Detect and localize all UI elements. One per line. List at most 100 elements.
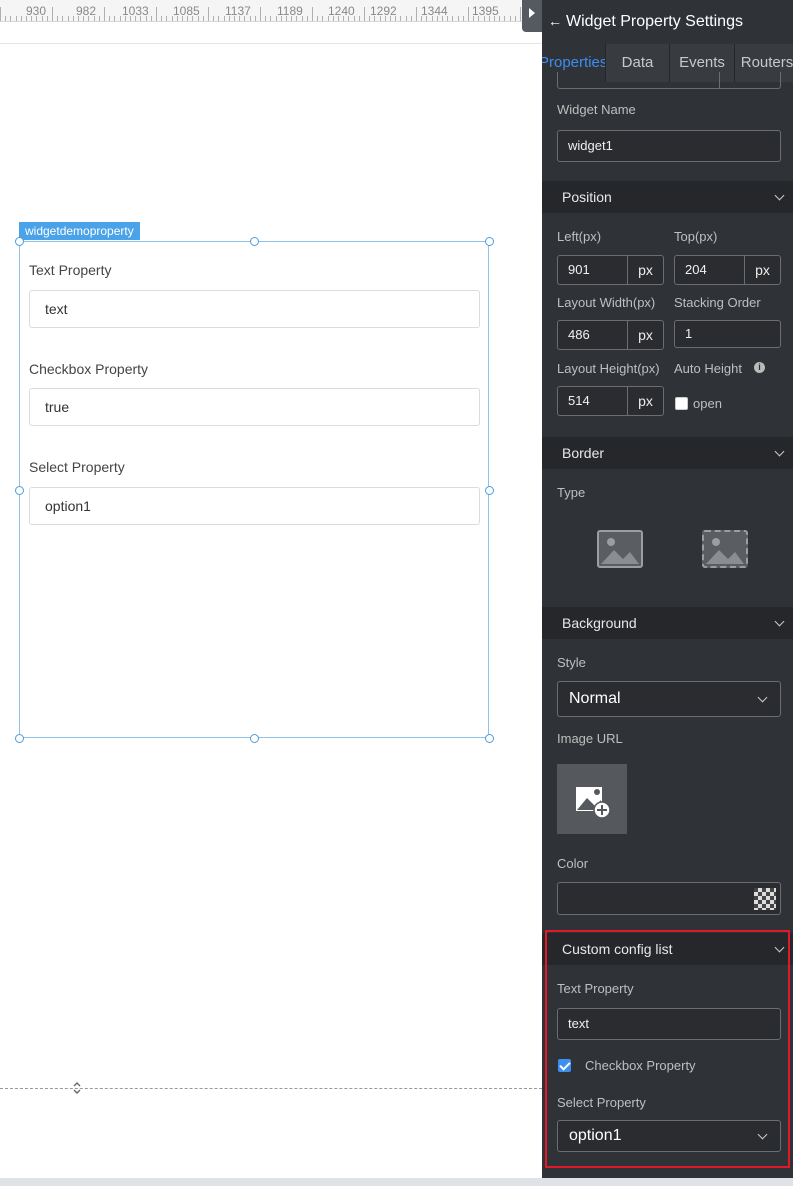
section-border[interactable]: Border	[542, 437, 793, 469]
resize-handle-se[interactable]	[485, 734, 494, 743]
border-dashed-image-icon[interactable]	[702, 530, 748, 568]
section-background[interactable]: Background	[542, 607, 793, 639]
layout-height-label: Layout Height(px)	[557, 361, 660, 376]
collapse-panel-button[interactable]	[522, 0, 542, 32]
ruler-tick	[98, 16, 100, 21]
color-picker-field[interactable]	[557, 882, 781, 915]
ruler-tick	[31, 16, 33, 21]
widget-name-input[interactable]: widget1	[557, 130, 781, 162]
style-label: Style	[557, 655, 586, 670]
ruler-tick	[416, 7, 417, 21]
ruler-tick	[62, 16, 64, 21]
ruler-tick	[473, 16, 475, 21]
ruler-tick	[260, 7, 261, 21]
resize-handle-ne[interactable]	[485, 237, 494, 246]
ruler-tick	[301, 16, 303, 21]
ruler-tick	[249, 16, 251, 21]
stacking-order-label: Stacking Order	[674, 295, 761, 310]
ruler-tick	[306, 16, 308, 21]
widget-select-field[interactable]: option1	[29, 487, 480, 525]
ruler-tick	[166, 16, 168, 21]
ruler-tick	[343, 16, 345, 21]
style-select[interactable]: Normal	[557, 681, 781, 717]
divider	[719, 72, 720, 88]
resize-handle-sw[interactable]	[15, 734, 24, 743]
ruler-tick	[462, 16, 464, 21]
resize-handle-w[interactable]	[15, 486, 24, 495]
ruler-tick	[270, 16, 272, 21]
chevron-down-icon	[774, 190, 785, 201]
ruler-tick	[265, 16, 267, 21]
ruler-tick	[36, 16, 38, 21]
ruler-tick	[41, 16, 43, 21]
arrow-left-icon[interactable]: ←	[548, 13, 562, 29]
ruler-tick	[119, 16, 121, 21]
ruler-tick	[442, 16, 443, 21]
ruler-tick	[395, 16, 397, 21]
ruler-tick	[223, 16, 225, 21]
canvas-height-resize-handle[interactable]	[71, 1080, 83, 1096]
section-title: Border	[562, 445, 605, 461]
left-input[interactable]: 901 px	[557, 255, 664, 285]
ruler-tick	[332, 16, 334, 21]
ruler-tick	[431, 16, 433, 21]
layout-width-input[interactable]: 486 px	[557, 320, 664, 350]
panel-title: Widget Property Settings	[566, 13, 743, 30]
unit-label: px	[744, 256, 780, 284]
ruler-tick	[78, 16, 79, 21]
highlight-frame	[545, 930, 790, 1168]
ruler-tick	[135, 16, 137, 21]
ruler-tick	[280, 16, 282, 21]
ruler-tick	[208, 7, 209, 21]
style-value: Normal	[569, 690, 621, 707]
ruler-tick	[379, 16, 381, 21]
chevron-down-icon	[774, 616, 785, 627]
ruler-tick	[72, 16, 74, 21]
design-canvas[interactable]: 930 982 1033 1085 1137 1189 1240 1292 13…	[0, 0, 542, 1186]
ruler-label: 1344	[421, 4, 448, 18]
image-url-label: Image URL	[557, 731, 623, 746]
horizontal-ruler: 930 982 1033 1085 1137 1189 1240 1292 13…	[0, 0, 522, 22]
widget-text-field[interactable]: text	[29, 290, 480, 328]
section-position[interactable]: Position	[542, 181, 793, 213]
auto-height-checkbox[interactable]	[675, 397, 688, 410]
ruler-tick	[182, 16, 183, 21]
image-upload-button[interactable]	[557, 764, 627, 834]
layout-height-value: 514	[568, 393, 590, 408]
layout-height-input[interactable]: 514 px	[557, 386, 664, 416]
top-input[interactable]: 204 px	[674, 255, 781, 285]
widget-checkbox-label: Checkbox Property	[29, 361, 149, 377]
ruler-tick	[468, 7, 469, 21]
image-icon	[601, 538, 639, 564]
ruler-tick	[156, 7, 157, 21]
transparent-swatch-icon[interactable]	[754, 888, 776, 910]
info-icon[interactable]: i	[754, 362, 765, 373]
border-solid-image-icon[interactable]	[597, 530, 643, 568]
widget-tag[interactable]: widgetdemoproperty	[19, 222, 140, 240]
widget-checkbox-field[interactable]: true	[29, 388, 480, 426]
widget-text-label: Text Property	[29, 262, 112, 278]
ruler-tick	[504, 16, 506, 21]
ruler-tick	[514, 16, 516, 21]
ruler-tick	[10, 16, 12, 21]
resize-handle-nw[interactable]	[15, 237, 24, 246]
triangle-right-icon	[529, 8, 535, 18]
resize-handle-s[interactable]	[250, 734, 259, 743]
ruler-tick	[254, 16, 256, 21]
ruler-tick	[410, 16, 412, 21]
ruler-tick	[5, 16, 7, 21]
ruler-tick	[291, 16, 293, 21]
unit-label: px	[627, 387, 663, 415]
stacking-order-input[interactable]: 1	[674, 320, 781, 348]
ruler-tick	[192, 16, 194, 21]
auto-height-open-label: open	[693, 396, 722, 411]
ruler-tick	[322, 16, 324, 21]
ruler-tick	[520, 7, 521, 21]
unit-label: px	[627, 256, 663, 284]
resize-handle-e[interactable]	[485, 486, 494, 495]
ruler-tick	[187, 16, 189, 21]
ruler-tick	[234, 16, 235, 21]
ruler-tick	[15, 16, 17, 21]
resize-handle-n[interactable]	[250, 237, 259, 246]
ruler-tick	[338, 16, 339, 21]
